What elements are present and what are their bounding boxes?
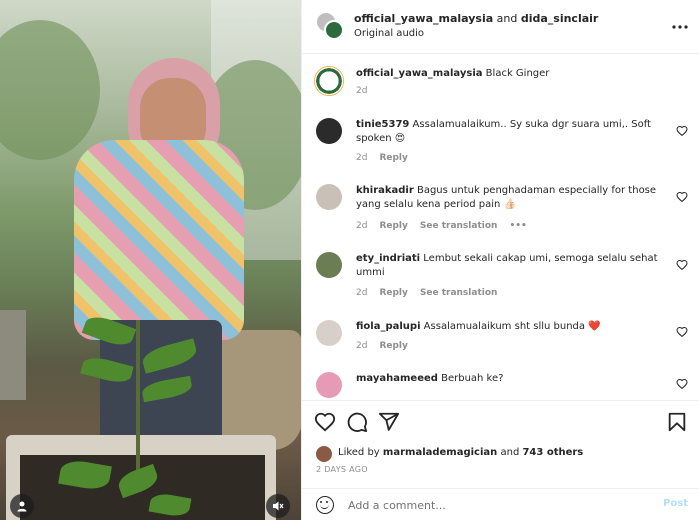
- authors-joiner: and: [493, 12, 521, 25]
- avatar[interactable]: [316, 184, 342, 210]
- comment-username[interactable]: fiola_palupi: [356, 321, 421, 332]
- more-horizontal-icon[interactable]: •••: [509, 221, 526, 231]
- comment-icon[interactable]: [346, 411, 368, 433]
- reply-button[interactable]: Reply: [379, 341, 407, 351]
- caption-text: official_yawa_malaysia Black Ginger: [356, 67, 676, 81]
- avatar[interactable]: [316, 446, 332, 462]
- comment-username[interactable]: khirakadir: [356, 185, 414, 196]
- heart-icon[interactable]: [676, 378, 688, 390]
- more-horizontal-icon[interactable]: [672, 16, 688, 32]
- likes-text[interactable]: Liked by marmalademagician and 743 other…: [338, 447, 583, 458]
- comment-time: 2d: [356, 221, 368, 231]
- post-sidebar: official_yawa_malaysia and dida_sinclair…: [301, 0, 699, 520]
- heart-icon[interactable]: [676, 326, 688, 338]
- liker-username[interactable]: marmalademagician: [383, 447, 497, 458]
- add-comment-input[interactable]: [348, 495, 648, 515]
- avatar: [324, 20, 344, 40]
- likes-prefix: Liked by: [338, 447, 383, 458]
- comment-meta: 2d Reply: [356, 153, 420, 163]
- pot-right: [218, 330, 301, 450]
- avatar[interactable]: [314, 66, 344, 96]
- likes-middle: and: [497, 447, 523, 458]
- comment-username[interactable]: mayahameeed: [356, 373, 438, 384]
- person-blouse: [74, 140, 244, 340]
- avatar[interactable]: [316, 320, 342, 346]
- reply-button[interactable]: Reply: [379, 288, 407, 298]
- instagram-post-modal: official_yawa_malaysia and dida_sinclair…: [0, 0, 699, 520]
- caption-meta: 2d: [356, 86, 379, 96]
- post-authors: official_yawa_malaysia and dida_sinclair: [354, 12, 598, 25]
- coauthor-link[interactable]: dida_sinclair: [521, 12, 599, 25]
- share-icon[interactable]: [378, 411, 400, 433]
- post-comment-button[interactable]: Post: [663, 498, 688, 509]
- tagged-user-icon[interactable]: [10, 494, 34, 518]
- caption-time: 2d: [356, 86, 368, 96]
- caption-username[interactable]: official_yawa_malaysia: [356, 68, 483, 79]
- comment-text: tinie5379 Assalamualaikum.. Sy suka dgr …: [356, 118, 676, 146]
- heart-icon[interactable]: [676, 259, 688, 271]
- pot-left: [0, 310, 26, 400]
- reply-button[interactable]: Reply: [379, 221, 407, 231]
- like-heart-icon[interactable]: [314, 411, 336, 433]
- comment-time: 2d: [356, 153, 368, 163]
- see-translation-button[interactable]: See translation: [420, 288, 498, 298]
- comment-meta: 2d Reply See translation •••: [356, 221, 539, 231]
- author-link[interactable]: official_yawa_malaysia: [354, 12, 493, 25]
- reply-button[interactable]: Reply: [379, 153, 407, 163]
- post-actions: [302, 400, 699, 444]
- heart-icon[interactable]: [676, 125, 688, 137]
- avatar[interactable]: [316, 372, 342, 398]
- comment-time: 2d: [356, 341, 368, 351]
- post-header: official_yawa_malaysia and dida_sinclair…: [302, 0, 699, 54]
- heart-icon[interactable]: [676, 191, 688, 203]
- bookmark-icon[interactable]: [666, 411, 688, 433]
- see-translation-button[interactable]: See translation: [420, 221, 498, 231]
- likes-others-link[interactable]: 743 others: [522, 447, 583, 458]
- comment-text: khirakadir Bagus untuk penghadaman espec…: [356, 184, 676, 212]
- audio-link[interactable]: Original audio: [354, 28, 424, 39]
- comment-meta: 2d Reply: [356, 341, 420, 351]
- avatar[interactable]: [316, 252, 342, 278]
- collab-avatars[interactable]: [316, 12, 344, 40]
- comment-text: ety_indriati Lembut sekali cakap umi, se…: [356, 252, 676, 280]
- comments-list[interactable]: official_yawa_malaysia Black Ginger 2d t…: [302, 56, 699, 398]
- likes-summary: Liked by marmalademagician and 743 other…: [316, 446, 696, 462]
- comment-body: Berbuah ke?: [437, 373, 504, 384]
- comment-text: fiola_palupi Assalamualaikum sht sllu bu…: [356, 320, 676, 334]
- ginger-plant-stem: [136, 320, 140, 480]
- post-date[interactable]: 2 DAYS AGO: [316, 465, 368, 474]
- avatar[interactable]: [316, 118, 342, 144]
- comment-time: 2d: [356, 288, 368, 298]
- comment-meta: 2d Reply See translation: [356, 288, 509, 298]
- comment-body: Assalamualaikum sht sllu bunda ❤️: [420, 321, 601, 332]
- comment-text: mayahameeed Berbuah ke?: [356, 372, 676, 386]
- add-comment-bar: Post: [302, 488, 699, 520]
- emoji-icon[interactable]: [316, 496, 334, 514]
- caption-body: Black Ginger: [482, 68, 550, 79]
- background-foliage: [0, 20, 100, 160]
- comment-username[interactable]: tinie5379: [356, 119, 409, 130]
- mute-icon[interactable]: [266, 494, 290, 518]
- post-video[interactable]: [0, 0, 301, 520]
- comment-username[interactable]: ety_indriati: [356, 253, 420, 264]
